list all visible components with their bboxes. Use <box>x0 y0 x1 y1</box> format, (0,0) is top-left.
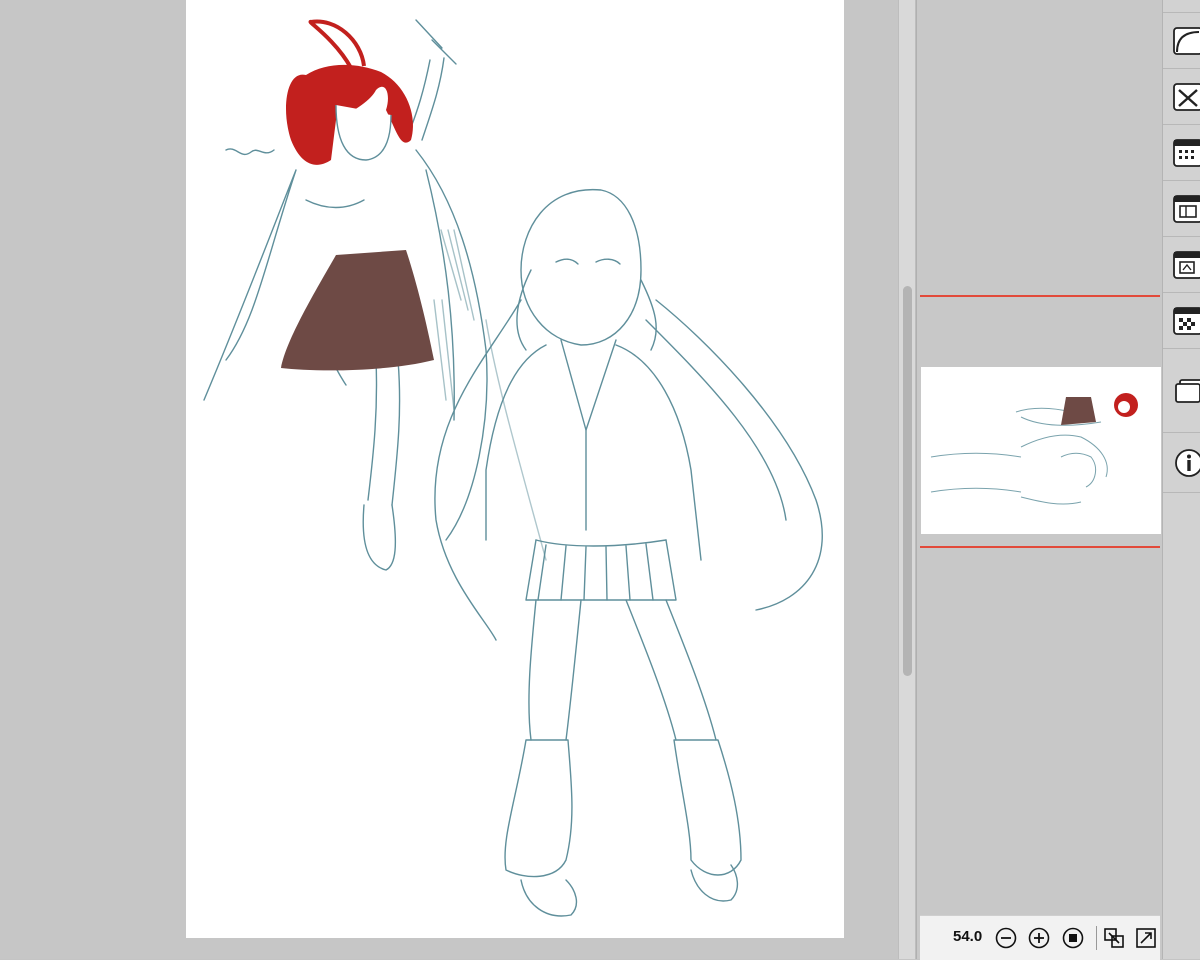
close-panel-button[interactable] <box>1163 69 1200 125</box>
brown-skirt-shape <box>281 250 434 371</box>
artwork-drawing <box>203 19 823 917</box>
layers-panel-button[interactable] <box>1163 349 1200 433</box>
transparency-panel-icon <box>1173 306 1200 335</box>
canvas-page[interactable] <box>186 0 844 938</box>
canvas-workspace[interactable] <box>0 0 898 959</box>
palette-bar <box>1162 0 1200 959</box>
grid-panel-button[interactable] <box>1163 125 1200 181</box>
layers-panel-icon <box>1175 378 1200 403</box>
rotate-right-button[interactable] <box>1134 926 1158 950</box>
close-panel-icon <box>1173 82 1200 111</box>
fit-to-window-button[interactable] <box>1061 926 1085 950</box>
ruler-panel-button[interactable] <box>1163 13 1200 69</box>
zoom-out-button[interactable] <box>994 926 1018 950</box>
ruler-panel-icon <box>1173 26 1200 55</box>
layout-panel-icon <box>1173 194 1200 223</box>
grid-panel-icon <box>1173 138 1200 167</box>
frame-panel-button[interactable] <box>1163 237 1200 293</box>
info-button[interactable] <box>1163 433 1200 493</box>
navigator-preview[interactable] <box>921 367 1161 534</box>
viewport-frame-bottom <box>920 546 1160 548</box>
zoom-in-icon <box>1028 927 1050 949</box>
zoom-value[interactable]: 54.0 <box>953 928 982 945</box>
rotate-left-button[interactable] <box>1102 926 1126 950</box>
navigator-panel: 54.0 <box>916 0 1162 960</box>
layout-panel-button[interactable] <box>1163 181 1200 237</box>
zoom-in-button[interactable] <box>1027 926 1051 950</box>
vertical-scrollbar[interactable] <box>898 0 916 959</box>
viewport-frame-top <box>920 295 1160 297</box>
toolbar-separator <box>1096 926 1097 950</box>
rotate-right-icon <box>1136 928 1156 948</box>
fit-to-window-icon <box>1062 927 1084 949</box>
rotate-left-icon <box>1104 928 1124 948</box>
frame-panel-icon <box>1173 250 1200 279</box>
navigator-toolbar: 54.0 <box>920 915 1160 960</box>
zoom-out-icon <box>995 927 1017 949</box>
navigator-thumbnail <box>930 393 1138 505</box>
scrollbar-thumb[interactable] <box>903 286 912 676</box>
transparency-panel-button[interactable] <box>1163 293 1200 349</box>
palette-bar-top <box>1163 0 1200 13</box>
info-icon <box>1175 448 1200 477</box>
